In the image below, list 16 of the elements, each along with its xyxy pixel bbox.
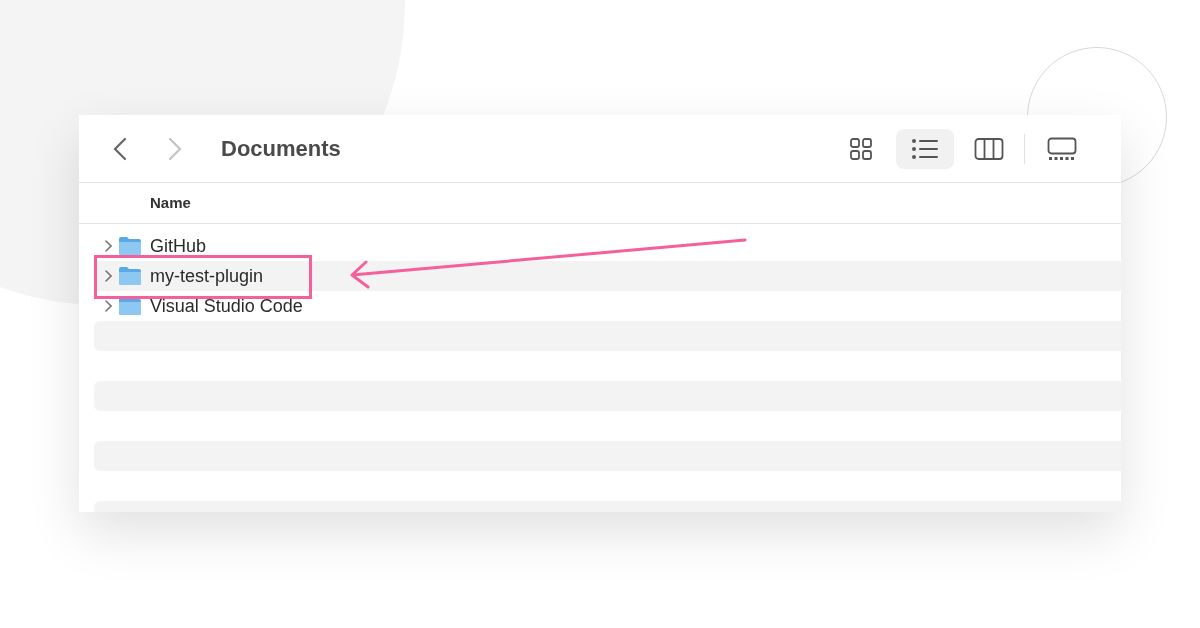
grid-view-icon <box>849 136 873 161</box>
gallery-view-icon <box>1047 136 1077 161</box>
folder-icon <box>118 236 142 256</box>
folder-row[interactable]: my-test-plugin <box>94 261 1121 291</box>
folder-name: GitHub <box>150 234 207 258</box>
chevron-icon[interactable] <box>104 240 112 252</box>
view-mode-button[interactable] <box>896 128 954 169</box>
column-header: Name <box>150 192 191 213</box>
chevron-icon[interactable] <box>104 270 112 282</box>
folder-name: my-test-plugin <box>150 264 264 288</box>
chevron-icon[interactable] <box>104 300 112 312</box>
folder-icon <box>118 266 142 286</box>
folder-name: Visual Studio Code <box>150 294 303 318</box>
list-view-icon <box>911 137 939 160</box>
columns-view-icon <box>974 136 1004 161</box>
window-title: Documents <box>221 135 341 163</box>
